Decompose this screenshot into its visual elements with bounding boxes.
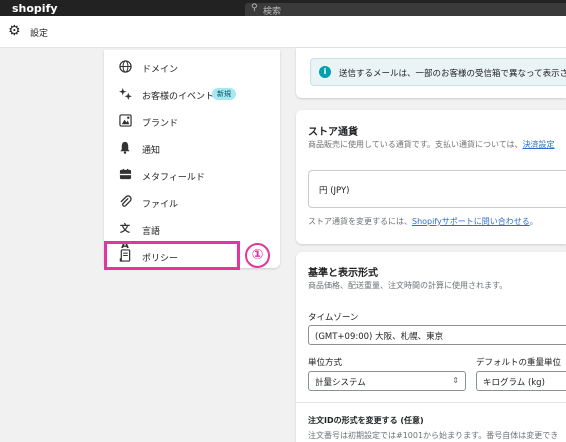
sidebar-item-files[interactable]: ファイル — [104, 191, 280, 215]
page-title: 設定 — [30, 29, 49, 39]
timezone-select[interactable]: (GMT+09:00) 大阪、札幌、東京 — [308, 325, 566, 345]
timezone-label: タイムゾーン — [308, 313, 359, 323]
banner-text: 送信するメールは、一部のお客様の受信箱で異なって表示さ — [339, 69, 566, 79]
standards-card: 基準と表示形式 商品価格、配送重量、注文時間の計算に使用されます。 タイムゾーン… — [296, 252, 566, 442]
sidebar-item-languages[interactable]: 文A 言語 — [104, 218, 280, 251]
store-currency-card: ストア通貨 商品販売に使用している通貨です。支払い通貨については、決済設定 円 … — [296, 110, 566, 244]
settings-header: ⚙ 設定 — [0, 16, 566, 48]
email-notice-card: i 送信するメールは、一部のお客様の受信箱で異なって表示さ — [296, 48, 566, 98]
sidebar-item-label: 通知 — [142, 146, 161, 156]
unit-system-value: 計量システム — [315, 378, 366, 388]
weight-unit-select[interactable]: キログラム (kg) — [476, 371, 566, 391]
translate-icon: 文A — [120, 224, 130, 251]
search-bar[interactable]: ⚲ 検索 — [245, 3, 566, 16]
standards-description: 商品価格、配送重量、注文時間の計算に使用されます。 — [308, 281, 508, 290]
sparkle-icon — [117, 87, 133, 103]
order-id-title: 注文IDの形式を変更する (任意) — [308, 416, 424, 425]
sidebar-item-notifications[interactable]: 通知 — [104, 137, 280, 161]
brand-icon — [117, 114, 133, 130]
payment-settings-link[interactable]: 決済設定 — [523, 140, 555, 149]
contact-support-link[interactable]: Shopifyサポートに問い合わせる — [412, 217, 530, 226]
sidebar-item-domain[interactable]: ドメイン — [104, 56, 280, 80]
unit-system-select[interactable]: 計量システム ⇕ — [308, 371, 466, 391]
globe-icon — [117, 60, 133, 76]
currency-display: 円 (JPY) — [308, 170, 566, 208]
search-placeholder: 検索 — [263, 7, 282, 16]
weight-unit-value: キログラム (kg) — [483, 378, 545, 388]
sidebar-item-label: ファイル — [142, 200, 179, 210]
sidebar-item-label: メタフィールド — [142, 173, 205, 183]
search-icon: ⚲ — [251, 3, 258, 13]
timezone-value: (GMT+09:00) 大阪、札幌、東京 — [315, 332, 444, 342]
top-bar: shopify ⚲ 検索 — [0, 0, 566, 16]
new-badge: 新規 — [212, 88, 236, 100]
sidebar-item-customer-events[interactable]: お客様のイベント 新規 — [104, 83, 280, 107]
sidebar-item-brand[interactable]: ブランド — [104, 110, 280, 134]
order-id-description: 注文番号は初期設定では#1001から始まります。番号自体は変更でき — [308, 431, 559, 440]
sidebar-item-label: お客様のイベント — [142, 92, 215, 102]
currency-note: ストア通貨を変更するには、Shopifyサポートに問い合わせる。 — [308, 217, 538, 226]
weight-unit-label: デフォルトの重量単位 — [476, 358, 562, 368]
policy-highlight-box — [104, 241, 240, 270]
unit-system-label: 単位方式 — [308, 358, 343, 368]
shopify-logo: shopify — [12, 2, 58, 15]
section-title: ストア通貨 — [308, 127, 358, 138]
sidebar-item-metafields[interactable]: メタフィールド — [104, 164, 280, 188]
select-arrows-icon: ⇕ — [452, 376, 459, 385]
metafield-icon — [117, 168, 133, 184]
bell-icon — [117, 141, 133, 157]
currency-value: 円 (JPY) — [319, 186, 350, 196]
info-icon: i — [319, 66, 331, 78]
sidebar-item-label: ドメイン — [142, 65, 179, 75]
divider — [296, 402, 566, 403]
callout-number: ① — [245, 243, 270, 268]
sidebar-item-label: 言語 — [142, 227, 161, 237]
settings-nav: ドメイン お客様のイベント 新規 ブランド 通知 メタフィールド ファイル 文A… — [104, 50, 280, 268]
sidebar-item-label: ブランド — [142, 119, 179, 129]
section-title: 基準と表示形式 — [308, 268, 378, 279]
info-banner: i 送信するメールは、一部のお客様の受信箱で異なって表示さ — [310, 58, 566, 86]
currency-description: 商品販売に使用している通貨です。支払い通貨については、決済設定 — [308, 140, 555, 149]
gear-icon: ⚙ — [8, 23, 21, 39]
paperclip-icon — [117, 195, 133, 211]
